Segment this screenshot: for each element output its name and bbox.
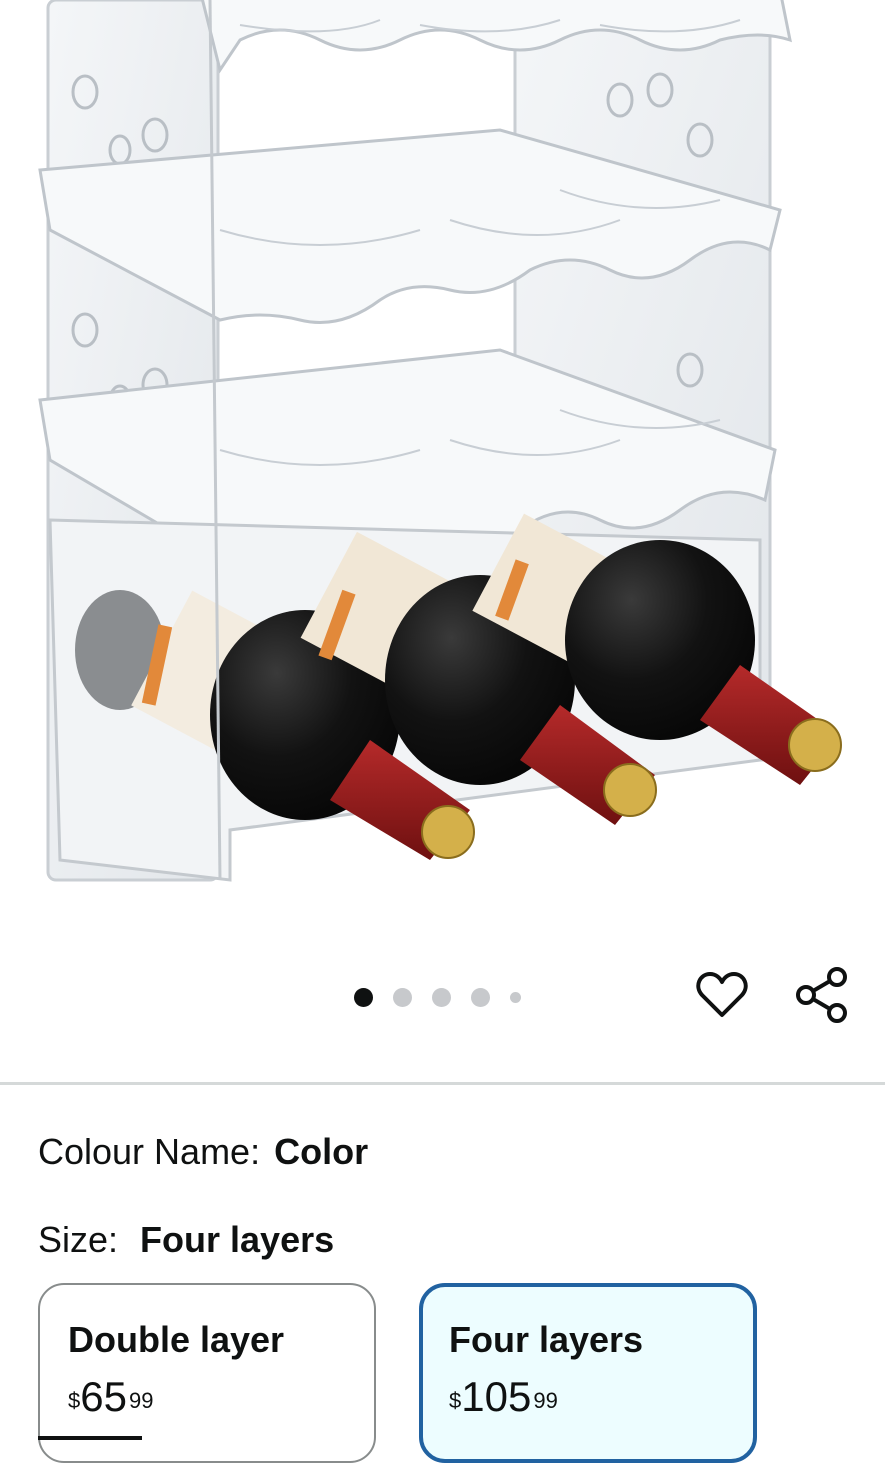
price-currency: $	[449, 1388, 462, 1413]
price-whole: 105	[461, 1373, 532, 1420]
carousel-dot-5[interactable]	[510, 991, 521, 1003]
price-whole: 65	[80, 1373, 127, 1420]
share-button[interactable]	[792, 965, 852, 1025]
wishlist-button[interactable]	[692, 965, 752, 1025]
colour-name-value: Color	[274, 1131, 369, 1172]
size-option-title: Double layer	[68, 1319, 285, 1360]
size-option-price: $6599	[68, 1373, 153, 1421]
horizontal-scroll-indicator	[38, 1436, 142, 1440]
product-image[interactable]	[0, 0, 885, 940]
price-fraction: 99	[128, 1388, 154, 1413]
heart-outline-icon	[696, 972, 748, 1017]
section-divider	[0, 1082, 885, 1085]
wine-rack-illustration	[38, 0, 842, 882]
colour-name-row: Colour Name: Color	[38, 1130, 368, 1174]
size-row: Size: Four layers	[38, 1218, 334, 1262]
price-currency: $	[68, 1388, 81, 1413]
carousel-dot-1[interactable]	[354, 987, 373, 1007]
carousel-dot-2[interactable]	[393, 987, 412, 1007]
size-value: Four layers	[140, 1219, 335, 1260]
price-fraction: 99	[533, 1388, 558, 1413]
size-option-title: Four layers	[449, 1319, 644, 1360]
image-carousel-indicator[interactable]	[0, 986, 885, 1008]
carousel-dot-3[interactable]	[432, 987, 451, 1007]
size-option-price: $10599	[449, 1373, 558, 1421]
share-icon	[796, 967, 847, 1023]
carousel-dot-4[interactable]	[471, 987, 490, 1007]
size-option-four-layers[interactable]: Four layers $10599	[419, 1283, 757, 1463]
size-label: Size:	[38, 1219, 119, 1260]
colour-name-label: Colour Name:	[38, 1131, 261, 1172]
